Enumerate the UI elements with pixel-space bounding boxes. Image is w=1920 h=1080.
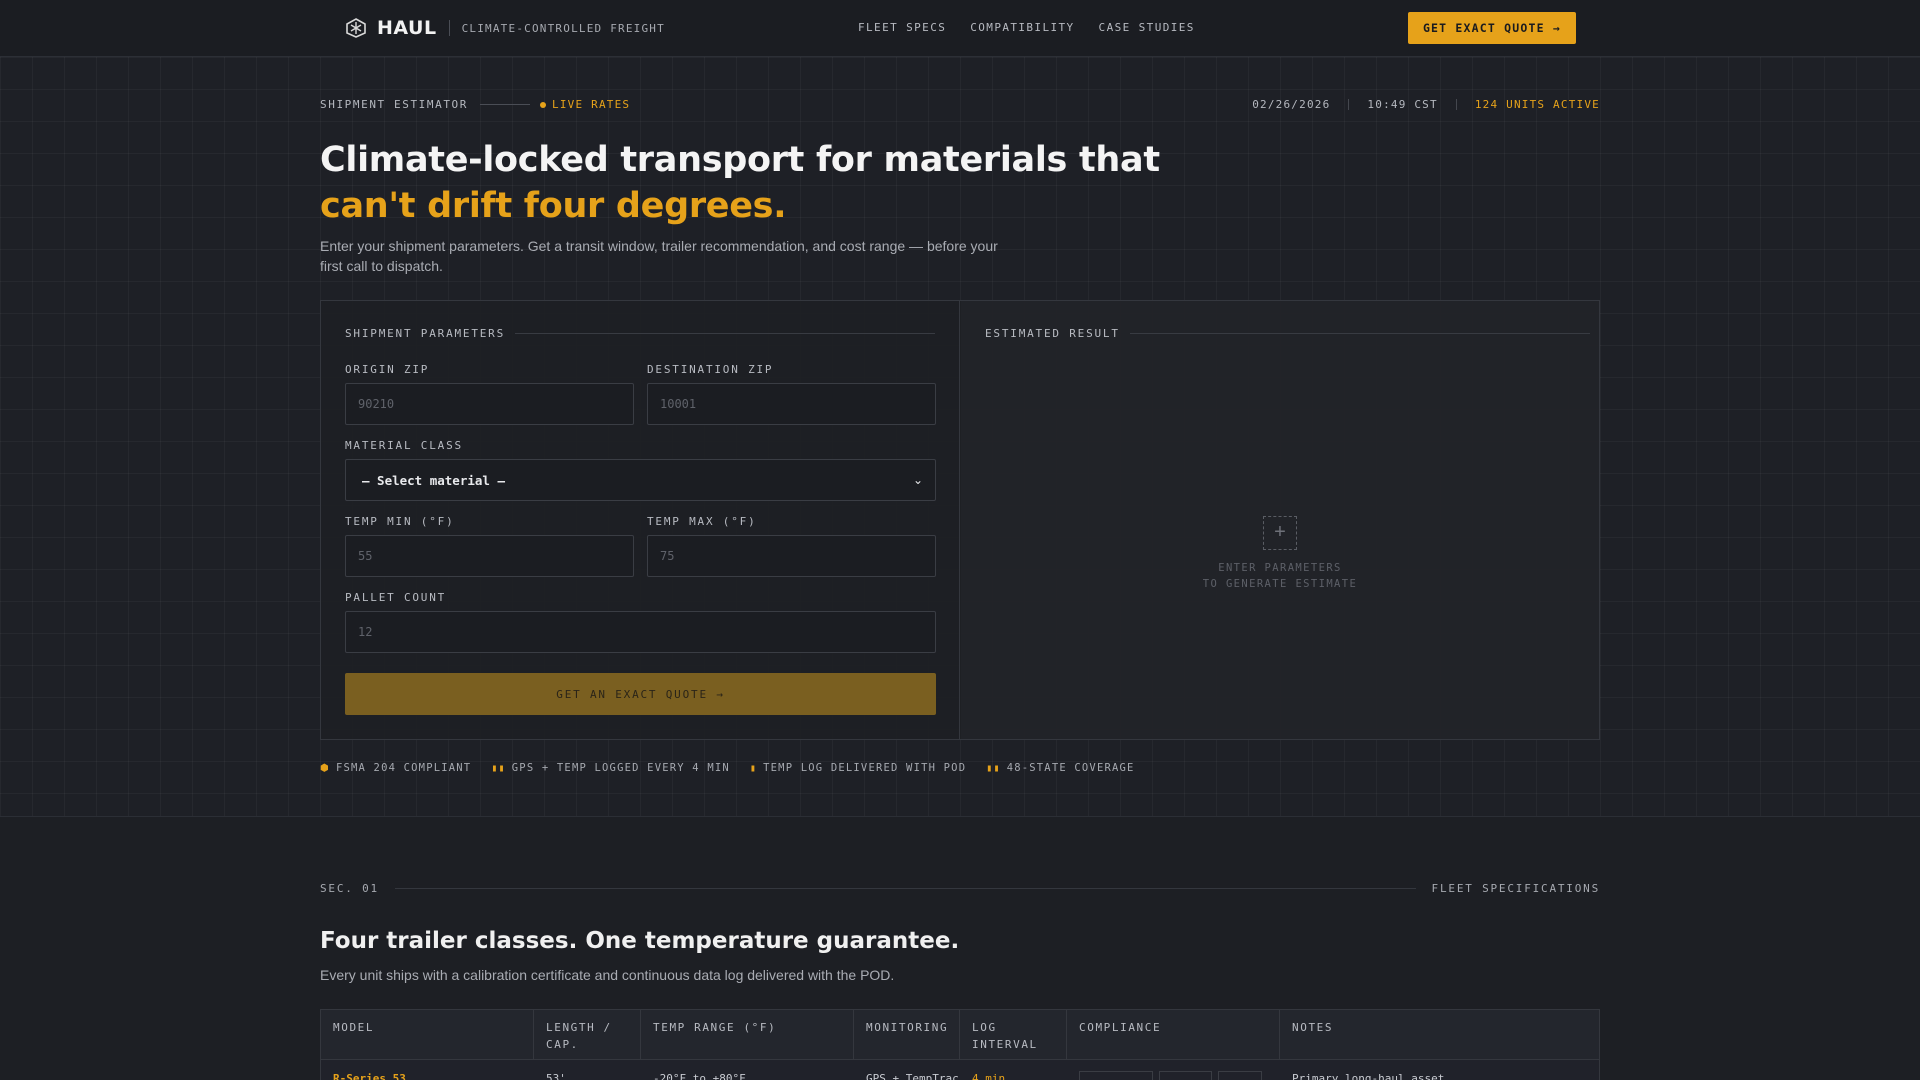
nav-link-fleet-specs[interactable]: FLEET SPECS <box>858 21 946 34</box>
status-divider <box>1455 99 1457 110</box>
snowflake-truck-logo-icon <box>346 18 366 38</box>
form-section-title: SHIPMENT PARAMETERS <box>345 327 936 340</box>
section-title: Four trailer classes. One temperature gu… <box>320 928 960 954</box>
column-header-monitoring: MONITORING <box>854 1010 960 1059</box>
trust-badge-label: GPS + TEMP LOGGED EVERY 4 MIN <box>511 762 730 774</box>
section-name: FLEET SPECIFICATIONS <box>1431 882 1600 895</box>
empty-state-line1: ENTER PARAMETERS <box>1218 562 1342 574</box>
chevron-down-icon: ⌄ <box>912 473 923 487</box>
brand-name: HAUL <box>377 17 437 39</box>
trust-badges: ⬢ FSMA 204 COMPLIANT ▮▮ GPS + TEMP LOGGE… <box>320 762 1135 774</box>
brand[interactable]: HAUL CLIMATE-CONTROLLED FREIGHT <box>345 17 665 39</box>
result-title: ESTIMATED RESULT <box>985 327 1120 340</box>
column-header-compliance: COMPLIANCE <box>1067 1010 1280 1059</box>
material-class-select[interactable]: — Select material — ⌄ <box>345 459 936 501</box>
material-class-label: MATERIAL CLASS <box>345 439 463 452</box>
result-empty-state: + ENTER PARAMETERS TO GENERATE ESTIMATE <box>961 516 1599 592</box>
hero-lead: Enter your shipment parameters. Get a tr… <box>320 238 998 274</box>
plus-icon: + <box>1263 516 1297 550</box>
column-header-model: MODEL <box>321 1010 534 1059</box>
temp-min-input[interactable] <box>345 535 634 577</box>
section-number: SEC. 01 <box>320 882 379 895</box>
truck-icon: ▮▮ <box>986 762 1001 774</box>
table-header: MODEL LENGTH / CAP. TEMP RANGE (°F) MONI… <box>321 1010 1599 1060</box>
document-icon: ▮ <box>749 762 758 774</box>
section-rule <box>394 888 1416 889</box>
temp-max-input[interactable] <box>647 535 936 577</box>
form-title-rule <box>515 333 936 334</box>
column-header-temp-range: TEMP RANGE (°F) <box>641 1010 854 1059</box>
brand-tagline: CLIMATE-CONTROLLED FREIGHT <box>461 21 665 35</box>
trust-badge-gps: ▮▮ GPS + TEMP LOGGED EVERY 4 MIN <box>491 762 730 774</box>
cell-log-interval: 4 min <box>972 1072 1006 1080</box>
nav-links: FLEET SPECS COMPATIBILITY CASE STUDIES <box>858 21 1195 34</box>
trust-badge-temp-log: ▮ TEMP LOG DELIVERED WITH POD <box>750 762 966 774</box>
estimator-panel: SHIPMENT PARAMETERS ORIGIN ZIP DESTINATI… <box>320 300 1600 740</box>
column-header-length: LENGTH / CAP. <box>534 1010 641 1059</box>
gps-icon: ▮▮ <box>491 762 506 774</box>
current-date: 02/26/2026 <box>1252 98 1331 111</box>
brand-divider <box>448 20 450 36</box>
units-active-count: 124 UNITS ACTIVE <box>1474 98 1600 111</box>
top-nav: HAUL CLIMATE-CONTROLLED FREIGHT FLEET SP… <box>0 0 1920 57</box>
column-header-log-interval: LOG INTERVAL <box>960 1010 1067 1059</box>
hero-title-accent: can't drift four degrees. <box>320 186 787 226</box>
section-subtitle: Every unit ships with a calibration cert… <box>320 967 895 983</box>
result-section-title: ESTIMATED RESULT <box>985 327 1590 340</box>
cell-temp-range: -20°F to +80°F <box>653 1072 746 1080</box>
trust-badge-label: FSMA 204 COMPLIANT <box>335 762 472 774</box>
origin-zip-input[interactable] <box>345 383 634 425</box>
empty-state-line2: TO GENERATE ESTIMATE <box>1202 578 1358 590</box>
compliance-badge <box>1079 1071 1153 1080</box>
cell-notes: Primary long-haul asset. <box>1292 1072 1451 1080</box>
estimator-label: SHIPMENT ESTIMATOR <box>320 98 469 111</box>
hero-title: Climate-locked transport for materials t… <box>320 137 1220 229</box>
estimated-result-panel: ESTIMATED RESULT + ENTER PARAMETERS TO G… <box>961 301 1599 739</box>
live-indicator-icon <box>540 101 547 108</box>
trust-badge-label: TEMP LOG DELIVERED WITH POD <box>763 762 967 774</box>
status-divider <box>1348 99 1350 110</box>
nav-link-compatibility[interactable]: COMPATIBILITY <box>970 21 1074 34</box>
current-time: 10:49 CST <box>1367 98 1438 111</box>
destination-zip-label: DESTINATION ZIP <box>647 363 774 376</box>
form-title: SHIPMENT PARAMETERS <box>345 327 506 340</box>
shield-icon: ⬢ <box>320 762 330 774</box>
section-header: SEC. 01 FLEET SPECIFICATIONS <box>320 882 1600 895</box>
result-title-rule <box>1129 333 1590 334</box>
trust-badge-label: 48-STATE COVERAGE <box>1006 762 1135 774</box>
get-an-exact-quote-button[interactable]: GET AN EXACT QUOTE → <box>345 673 936 715</box>
live-rates-label: LIVE RATES <box>552 98 631 111</box>
trust-badge-fsma: ⬢ FSMA 204 COMPLIANT <box>320 762 471 774</box>
compliance-badge <box>1158 1071 1213 1080</box>
column-header-notes: NOTES <box>1292 1021 1334 1034</box>
get-exact-quote-button[interactable]: GET EXACT QUOTE → <box>1408 12 1576 44</box>
nav-link-case-studies[interactable]: CASE STUDIES <box>1099 21 1195 34</box>
temp-max-label: TEMP MAX (°F) <box>647 515 757 528</box>
meta-divider <box>480 104 531 105</box>
estimator-meta: SHIPMENT ESTIMATOR LIVE RATES <box>320 98 630 111</box>
origin-zip-label: ORIGIN ZIP <box>345 363 430 376</box>
shipment-parameters-form: SHIPMENT PARAMETERS ORIGIN ZIP DESTINATI… <box>321 301 960 739</box>
cell-monitoring: GPS + TempTrac v3 <box>866 1072 960 1080</box>
temp-min-label: TEMP MIN (°F) <box>345 515 455 528</box>
fleet-spec-table: MODEL LENGTH / CAP. TEMP RANGE (°F) MONI… <box>320 1009 1600 1080</box>
pallet-count-label: PALLET COUNT <box>345 591 447 604</box>
cell-model: R-Series 53 <box>333 1072 406 1080</box>
hero-title-line1: Climate-locked transport for materials t… <box>320 140 1160 180</box>
destination-zip-input[interactable] <box>647 383 936 425</box>
trust-badge-coverage: ▮▮ 48-STATE COVERAGE <box>986 762 1134 774</box>
compliance-badge <box>1218 1071 1262 1080</box>
pallet-count-input[interactable] <box>345 611 936 653</box>
material-class-value: — Select material — <box>362 472 505 488</box>
table-row[interactable]: R-Series 53 53' -20°F to +80°F GPS + Tem… <box>321 1061 1599 1080</box>
status-readout: 02/26/2026 10:49 CST 124 UNITS ACTIVE <box>1252 98 1600 111</box>
cell-compliance <box>1067 1061 1280 1080</box>
cell-length: 53' <box>546 1072 566 1080</box>
